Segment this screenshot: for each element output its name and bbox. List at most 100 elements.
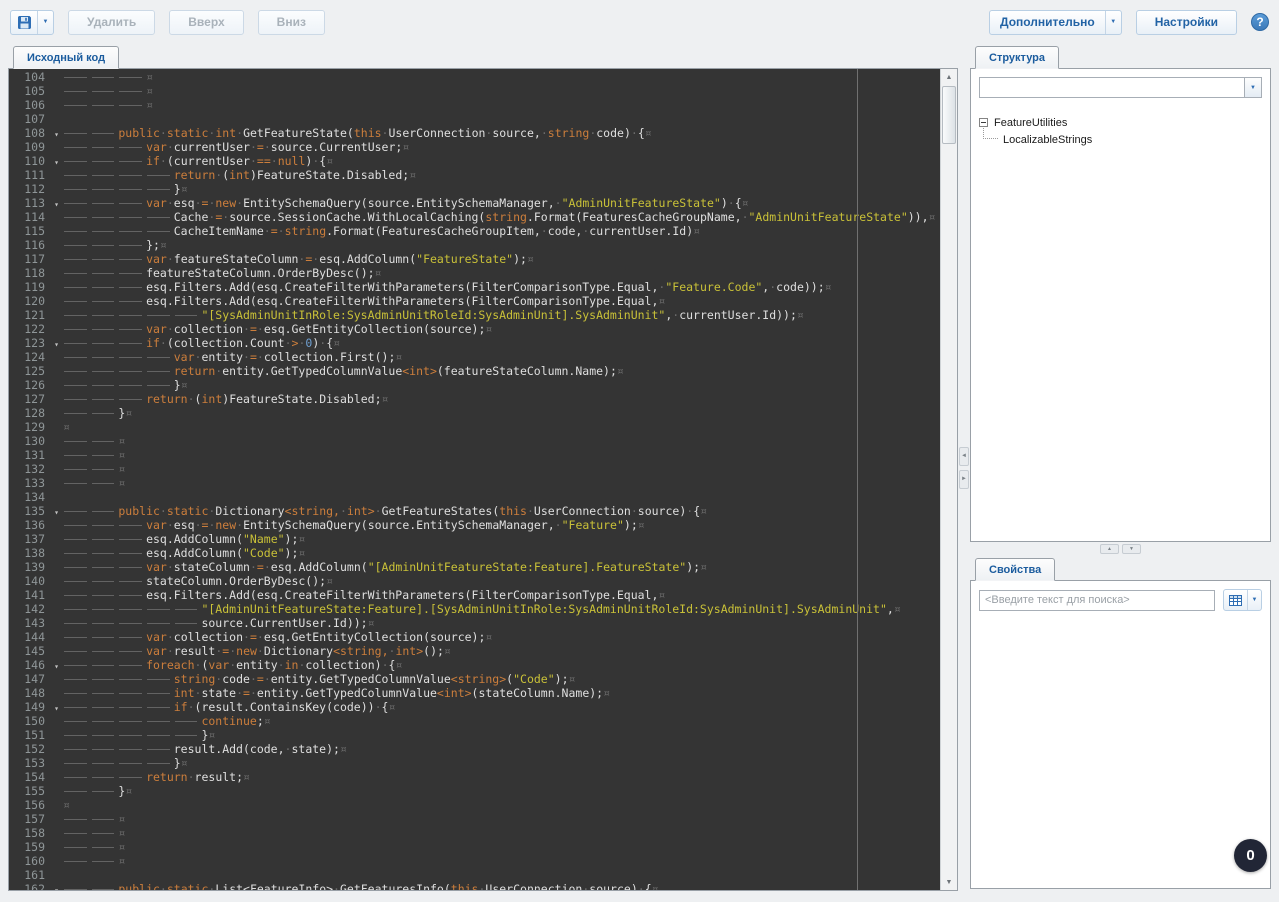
tree-collapse-icon[interactable] — [979, 118, 988, 127]
code-line[interactable]: var·collection·=·esq.GetEntityCollection… — [63, 322, 940, 336]
code-line[interactable]: ¤ — [63, 812, 940, 826]
code-line[interactable]: esq.Filters.Add(esq.CreateFilterWithPara… — [63, 280, 940, 294]
collapse-left-icon[interactable] — [959, 446, 969, 466]
additional-button[interactable]: Дополнительно — [989, 9, 1122, 35]
save-icon[interactable] — [11, 11, 37, 34]
code-line[interactable]: ¤ — [63, 840, 940, 854]
collapse-right-icon[interactable] — [959, 469, 969, 489]
view-dropdown-arrow-icon[interactable] — [1247, 590, 1261, 610]
settings-button[interactable]: Настройки — [1135, 9, 1237, 35]
scrollbar-thumb[interactable] — [942, 86, 956, 144]
save-dropdown-arrow-icon[interactable] — [37, 10, 53, 34]
code-line[interactable]: }¤ — [63, 378, 940, 392]
additional-button-label[interactable]: Дополнительно — [990, 11, 1105, 34]
structure-combo-input[interactable] — [980, 78, 1244, 97]
code-line[interactable]: }¤ — [63, 784, 940, 798]
code-line[interactable]: result.Add(code,·state);¤ — [63, 742, 940, 756]
code-line[interactable]: ¤ — [63, 462, 940, 476]
collapse-down-icon[interactable] — [1122, 544, 1141, 554]
save-button[interactable] — [10, 9, 54, 35]
code-line[interactable]: }¤ — [63, 406, 940, 420]
code-line[interactable]: source.CurrentUser.Id));¤ — [63, 616, 940, 630]
code-line[interactable]: string·code·=·entity.GetTypedColumnValue… — [63, 672, 940, 686]
code-line[interactable]: return·entity.GetTypedColumnValue<int>(f… — [63, 364, 940, 378]
horizontal-splitter[interactable] — [970, 542, 1271, 556]
collapse-up-icon[interactable] — [1100, 544, 1119, 554]
fold-arrow-icon[interactable] — [54, 882, 59, 890]
code-line[interactable]: var·result·=·new·Dictionary<string,·int>… — [63, 644, 940, 658]
code-line[interactable]: }¤ — [63, 182, 940, 196]
additional-dropdown-arrow-icon[interactable] — [1104, 10, 1121, 34]
tab-properties[interactable]: Свойства — [975, 558, 1056, 581]
code-line[interactable]: public·static·Dictionary<string,·int>·Ge… — [63, 504, 940, 518]
code-line[interactable]: public·static·List<FeatureInfo>·GetFeatu… — [63, 882, 940, 890]
code-line[interactable]: "[AdminUnitFeatureState:Feature].[SysAdm… — [63, 602, 940, 616]
code-line[interactable]: ¤ — [63, 798, 940, 812]
code-line[interactable]: return·result;¤ — [63, 770, 940, 784]
code-line[interactable]: esq.Filters.Add(esq.CreateFilterWithPara… — [63, 588, 940, 602]
code-line[interactable] — [63, 868, 940, 882]
code-line[interactable]: public·static·int·GetFeatureState(this·U… — [63, 126, 940, 140]
code-line[interactable]: ¤ — [63, 434, 940, 448]
code-line[interactable]: esq.AddColumn("Code");¤ — [63, 546, 940, 560]
code-line[interactable] — [63, 112, 940, 126]
combo-dropdown-arrow-icon[interactable] — [1244, 78, 1261, 97]
code-line[interactable]: }¤ — [63, 756, 940, 770]
code-line[interactable]: "[SysAdminUnitInRole:SysAdminUnitRoleId:… — [63, 308, 940, 322]
code-line[interactable]: return·(int)FeatureState.Disabled;¤ — [63, 392, 940, 406]
tree-item-label[interactable]: LocalizableStrings — [1003, 134, 1092, 146]
code-line[interactable]: esq.Filters.Add(esq.CreateFilterWithPara… — [63, 294, 940, 308]
code-line[interactable]: CacheItemName·=·string.Format(FeaturesCa… — [63, 224, 940, 238]
code-line[interactable]: };¤ — [63, 238, 940, 252]
code-line[interactable]: var·collection·=·esq.GetEntityCollection… — [63, 630, 940, 644]
code-line[interactable]: ¤ — [63, 826, 940, 840]
vertical-splitter[interactable] — [958, 44, 970, 891]
code-line[interactable]: ¤ — [63, 420, 940, 434]
properties-search-input[interactable] — [979, 589, 1215, 611]
delete-button[interactable]: Удалить — [68, 9, 156, 35]
scroll-down-icon[interactable] — [941, 874, 957, 890]
code-line[interactable]: var·stateColumn·=·esq.AddColumn("[AdminU… — [63, 560, 940, 574]
code-line[interactable]: ¤ — [63, 476, 940, 490]
code-line[interactable]: continue;¤ — [63, 714, 940, 728]
code-line[interactable]: if·(result.ContainsKey(code))·{¤ — [63, 700, 940, 714]
code-content[interactable]: ¤ ¤ ¤ public·static·int·GetFeatureState(thi… — [63, 69, 940, 890]
help-button[interactable]: ? — [1251, 13, 1269, 31]
code-line[interactable] — [63, 490, 940, 504]
notification-badge[interactable]: 0 — [1234, 839, 1267, 872]
code-line[interactable]: ¤ — [63, 98, 940, 112]
code-line[interactable]: foreach·(var·entity·in·collection)·{¤ — [63, 658, 940, 672]
code-line[interactable]: stateColumn.OrderByDesc();¤ — [63, 574, 940, 588]
scroll-up-icon[interactable] — [941, 69, 957, 85]
code-line[interactable]: int·state·=·entity.GetTypedColumnValue<i… — [63, 686, 940, 700]
code-line[interactable]: ¤ — [63, 84, 940, 98]
code-line[interactable]: var·esq·=·new·EntitySchemaQuery(source.E… — [63, 196, 940, 210]
code-line[interactable]: if·(collection.Count·>·0)·{¤ — [63, 336, 940, 350]
code-line[interactable]: }¤ — [63, 728, 940, 742]
tree-item[interactable]: LocalizableStrings — [983, 126, 1262, 148]
up-button[interactable]: Вверх — [169, 9, 244, 35]
code-line[interactable]: if·(currentUser·==·null)·{¤ — [63, 154, 940, 168]
grid-icon[interactable] — [1224, 590, 1247, 610]
code-area[interactable]: 1041051061071081091101111121131141151161… — [9, 69, 940, 890]
code-line[interactable]: var·featureStateColumn·=·esq.AddColumn("… — [63, 252, 940, 266]
code-line[interactable]: esq.AddColumn("Name");¤ — [63, 532, 940, 546]
tab-source-code[interactable]: Исходный код — [13, 46, 120, 69]
code-line[interactable]: featureStateColumn.OrderByDesc();¤ — [63, 266, 940, 280]
code-line[interactable]: ¤ — [63, 448, 940, 462]
code-line[interactable]: return·(int)FeatureState.Disabled;¤ — [63, 168, 940, 182]
code-line[interactable]: var·esq·=·new·EntitySchemaQuery(source.E… — [63, 518, 940, 532]
code-line[interactable]: var·currentUser·=·source.CurrentUser;¤ — [63, 140, 940, 154]
code-line[interactable]: ¤ — [63, 854, 940, 868]
code-line[interactable]: ¤ — [63, 70, 940, 84]
tree-item[interactable]: FeatureUtilities — [979, 114, 1262, 131]
code-editor[interactable]: 1041051061071081091101111121131141151161… — [8, 68, 958, 891]
structure-combobox[interactable] — [979, 77, 1262, 98]
properties-view-button[interactable] — [1223, 589, 1262, 611]
tree-item-label[interactable]: FeatureUtilities — [994, 117, 1067, 129]
down-button[interactable]: Вниз — [257, 9, 325, 35]
code-line[interactable]: Cache·=·source.SessionCache.WithLocalCac… — [63, 210, 940, 224]
editor-vertical-scrollbar[interactable] — [940, 69, 957, 890]
code-line[interactable]: var·entity·=·collection.First();¤ — [63, 350, 940, 364]
tab-structure[interactable]: Структура — [975, 46, 1059, 69]
